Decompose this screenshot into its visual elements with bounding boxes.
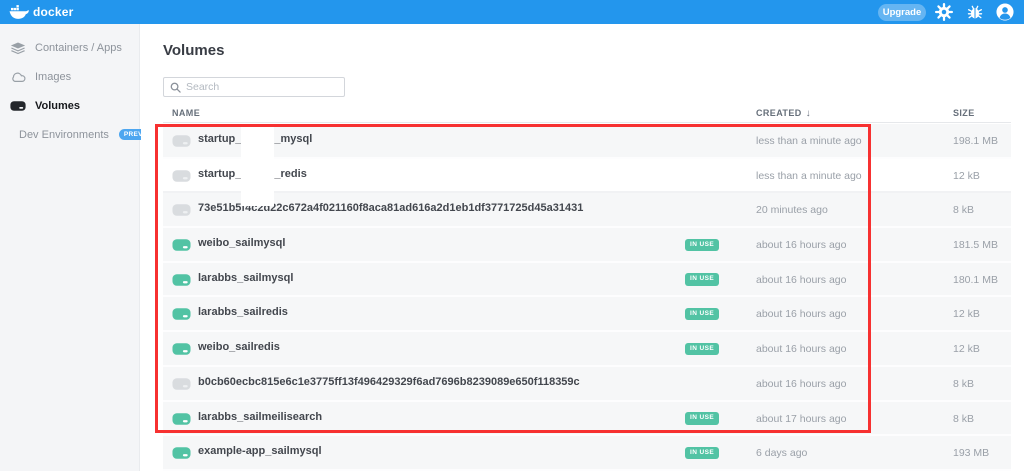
created-cell: about 16 hours ago bbox=[756, 239, 847, 251]
created-cell: 20 minutes ago bbox=[756, 204, 828, 216]
table-row[interactable]: weibo_sailmysql IN USE about 16 hours ag… bbox=[163, 228, 1011, 263]
page-title: Volumes bbox=[163, 42, 224, 59]
in-use-badge: IN USE bbox=[685, 343, 719, 356]
volume-icon bbox=[172, 412, 191, 426]
volume-name: b0cb60ecbc815e6c1e3775ff13f496429329f6ad… bbox=[198, 376, 580, 388]
volumes-icon bbox=[10, 100, 26, 112]
table-row[interactable]: startup__mysql less than a minute ago 19… bbox=[163, 124, 1011, 159]
volume-name: weibo_sailredis bbox=[198, 341, 280, 353]
docker-logo: docker bbox=[9, 4, 74, 20]
volume-icon bbox=[172, 169, 191, 183]
volume-name: example-app_sailmysql bbox=[198, 445, 322, 457]
sidebar-item-dev-environments[interactable]: Dev Environments PREVIEW bbox=[0, 120, 139, 149]
column-header-size: SIZE bbox=[953, 108, 975, 118]
images-icon bbox=[10, 70, 26, 83]
volume-icon bbox=[172, 377, 191, 391]
table-row[interactable]: startup__redis less than a minute ago 12… bbox=[163, 159, 1011, 194]
in-use-badge: IN USE bbox=[685, 308, 719, 321]
in-use-badge: IN USE bbox=[685, 447, 719, 460]
sidebar-item-images[interactable]: Images bbox=[0, 62, 139, 91]
volume-icon bbox=[172, 446, 191, 460]
docker-whale-icon bbox=[9, 4, 29, 20]
table-row[interactable]: larabbs_sailmeilisearch IN USE about 17 … bbox=[163, 402, 1011, 437]
created-cell: 6 days ago bbox=[756, 447, 807, 459]
volume-name-prefix: larabbs_sailredis bbox=[198, 306, 288, 318]
volume-name-prefix: example-app_sailmysql bbox=[198, 445, 322, 457]
table-row[interactable]: larabbs_sailredis IN USE about 16 hours … bbox=[163, 297, 1011, 332]
size-cell: 8 kB bbox=[953, 413, 974, 425]
table-row[interactable]: weibo_sailredis IN USE about 16 hours ag… bbox=[163, 332, 1011, 367]
sidebar-item-label: Volumes bbox=[35, 100, 80, 112]
redaction-box bbox=[241, 162, 274, 206]
containers-icon bbox=[10, 41, 26, 55]
column-header-created[interactable]: CREATED↓ bbox=[756, 108, 811, 119]
volume-name-prefix: weibo_sailmysql bbox=[198, 237, 285, 249]
table-row[interactable]: b0cb60ecbc815e6c1e3775ff13f496429329f6ad… bbox=[163, 367, 1011, 402]
size-cell: 12 kB bbox=[953, 343, 980, 355]
size-cell: 8 kB bbox=[953, 204, 974, 216]
size-cell: 180.1 MB bbox=[953, 274, 998, 286]
table-row[interactable]: example-app_sailmysql IN USE 6 days ago … bbox=[163, 436, 1011, 471]
size-cell: 8 kB bbox=[953, 378, 974, 390]
volumes-table: startup__mysql less than a minute ago 19… bbox=[163, 124, 1011, 471]
created-cell: less than a minute ago bbox=[756, 135, 862, 147]
sidebar-item-label: Dev Environments bbox=[19, 129, 109, 141]
volume-name-prefix: larabbs_sailmysql bbox=[198, 272, 293, 284]
created-cell: about 16 hours ago bbox=[756, 378, 847, 390]
in-use-badge: IN USE bbox=[685, 273, 719, 286]
volume-name: larabbs_sailmysql bbox=[198, 272, 293, 284]
bug-report-icon[interactable] bbox=[966, 3, 984, 21]
created-cell: less than a minute ago bbox=[756, 170, 862, 182]
search-icon bbox=[170, 82, 181, 93]
sidebar-item-label: Containers / Apps bbox=[35, 42, 122, 54]
volume-icon bbox=[172, 238, 191, 252]
created-cell: about 16 hours ago bbox=[756, 308, 847, 320]
column-header-name: NAME bbox=[172, 108, 200, 118]
volume-name-prefix: b0cb60ecbc815e6c1e3775ff13f496429329f6ad… bbox=[198, 376, 580, 388]
upgrade-button[interactable]: Upgrade bbox=[878, 4, 926, 21]
volume-name: larabbs_sailmeilisearch bbox=[198, 411, 322, 423]
volume-icon bbox=[172, 342, 191, 356]
docker-logo-text: docker bbox=[33, 5, 74, 19]
top-bar: docker Upgrade bbox=[0, 0, 1024, 24]
sort-desc-icon: ↓ bbox=[806, 108, 811, 119]
sidebar-item-label: Images bbox=[35, 71, 71, 83]
size-cell: 181.5 MB bbox=[953, 239, 998, 251]
volume-name: weibo_sailmysql bbox=[198, 237, 285, 249]
search-box bbox=[163, 77, 345, 97]
table-row[interactable]: 73e51b5f4c2d22c672a4f021160f8aca81ad616a… bbox=[163, 193, 1011, 228]
settings-icon[interactable] bbox=[935, 3, 953, 21]
account-icon[interactable] bbox=[996, 3, 1014, 21]
search-input[interactable] bbox=[186, 81, 338, 93]
created-cell: about 17 hours ago bbox=[756, 413, 847, 425]
table-row[interactable]: larabbs_sailmysql IN USE about 16 hours … bbox=[163, 263, 1011, 298]
sidebar: Containers / Apps Images Volumes Dev Env… bbox=[0, 24, 140, 471]
sidebar-item-volumes[interactable]: Volumes bbox=[0, 91, 139, 120]
volume-name-prefix: larabbs_sailmeilisearch bbox=[198, 411, 322, 423]
volume-icon bbox=[172, 203, 191, 217]
in-use-badge: IN USE bbox=[685, 239, 719, 252]
sidebar-item-containers-apps[interactable]: Containers / Apps bbox=[0, 33, 139, 62]
size-cell: 193 MB bbox=[953, 447, 989, 459]
volume-icon bbox=[172, 134, 191, 148]
table-header: NAME CREATED↓ SIZE bbox=[163, 103, 1011, 123]
volume-icon bbox=[172, 307, 191, 321]
in-use-badge: IN USE bbox=[685, 412, 719, 425]
volume-icon bbox=[172, 273, 191, 287]
created-cell: about 16 hours ago bbox=[756, 343, 847, 355]
created-cell: about 16 hours ago bbox=[756, 274, 847, 286]
volume-name-prefix: weibo_sailredis bbox=[198, 341, 280, 353]
size-cell: 12 kB bbox=[953, 170, 980, 182]
size-cell: 198.1 MB bbox=[953, 135, 998, 147]
size-cell: 12 kB bbox=[953, 308, 980, 320]
volume-name: larabbs_sailredis bbox=[198, 306, 288, 318]
